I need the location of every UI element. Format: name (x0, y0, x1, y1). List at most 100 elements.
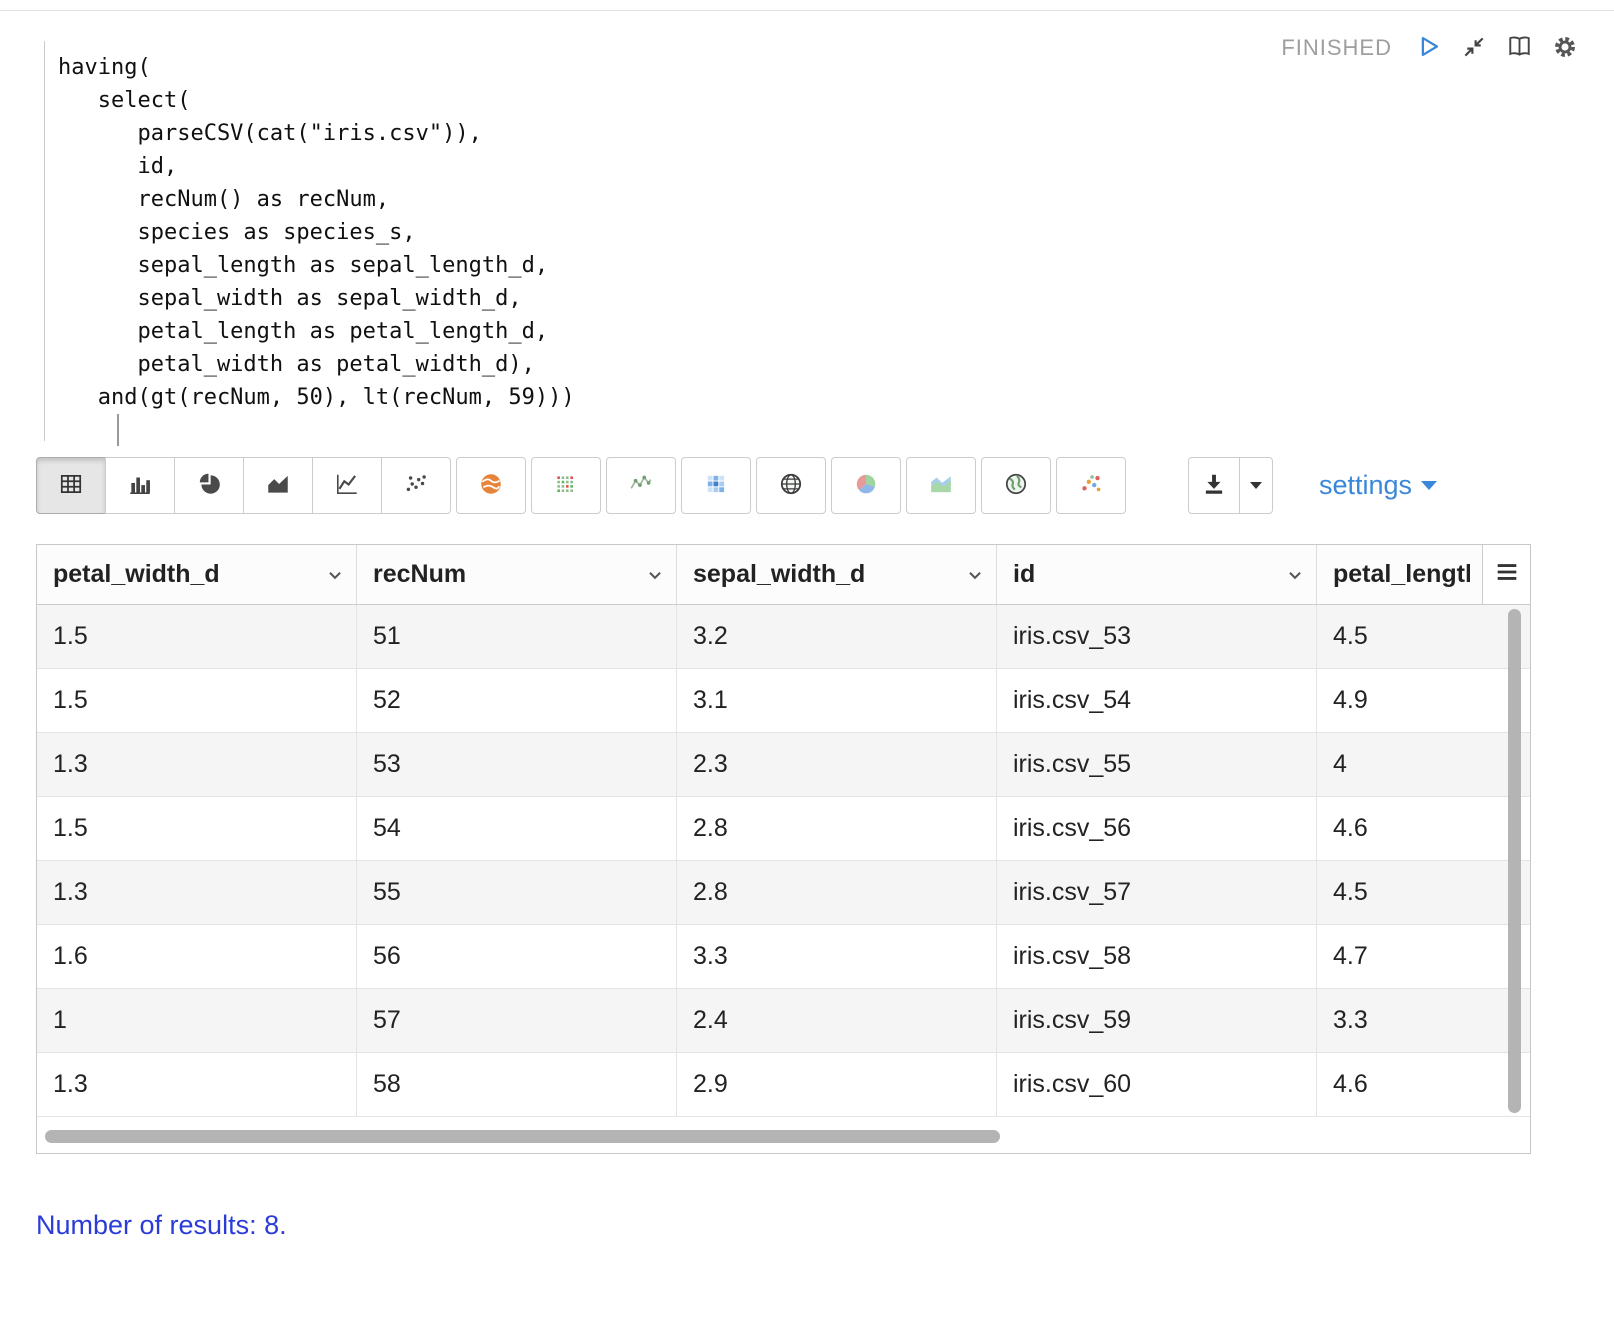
table-row: 1.3 55 2.8 iris.csv_57 4.5 (37, 861, 1530, 925)
editor-toggle-button[interactable] (1506, 33, 1533, 63)
download-button[interactable] (1188, 457, 1240, 514)
table-cell: 1.5 (37, 797, 357, 860)
table-cell: 1.6 (37, 925, 357, 988)
paragraph-controls: FINISHED (1281, 33, 1578, 63)
viz-scatter-chart-button[interactable] (381, 457, 451, 514)
table-cell: iris.csv_57 (997, 861, 1317, 924)
table-row: 1.5 52 3.1 iris.csv_54 4.9 (37, 669, 1530, 733)
column-header-petal-width-d[interactable]: petal_width_d (37, 545, 357, 604)
table-cell: 3.1 (677, 669, 997, 732)
vertical-scrollbar[interactable] (1508, 609, 1521, 1113)
chevron-down-icon[interactable] (646, 566, 664, 584)
play-icon (1415, 33, 1442, 63)
run-button[interactable] (1415, 33, 1442, 63)
dot-matrix-icon (553, 471, 579, 500)
horizontal-scrollbar[interactable] (45, 1130, 1000, 1143)
map-globe-orange-icon (478, 471, 504, 500)
visualization-toolbar: settings (36, 457, 1578, 514)
column-header-label: petal_width_d (53, 560, 220, 588)
settings-label: settings (1319, 470, 1413, 500)
table-cell: 56 (357, 925, 677, 988)
settings-link[interactable]: settings (1319, 470, 1438, 501)
table-cell: iris.csv_58 (997, 925, 1317, 988)
table-cell: iris.csv_54 (997, 669, 1317, 732)
download-options-button[interactable] (1239, 457, 1273, 514)
table-cell: 58 (357, 1053, 677, 1116)
results-table: petal_width_d recNum sepal_width_d id pe… (36, 544, 1531, 1154)
chevron-down-icon[interactable] (966, 566, 984, 584)
scatter-colored-icon (1078, 471, 1104, 500)
table-row: 1.3 58 2.9 iris.csv_60 4.6 (37, 1053, 1530, 1117)
line-chart-icon (334, 471, 360, 500)
pie-chart-icon (196, 471, 222, 500)
caret-down-icon (1250, 482, 1262, 489)
viz-line-chart-button[interactable] (312, 457, 382, 514)
code-editor-area[interactable]: having( select( parseCSV(cat("iris.csv")… (44, 41, 1578, 446)
viz-stacked-area-button[interactable] (906, 457, 976, 514)
export-split-button (1188, 457, 1273, 514)
table-cell: 4.5 (1333, 622, 1368, 650)
column-header-label: id (1013, 560, 1036, 588)
table-cell: 2.3 (677, 733, 997, 796)
table-cell: 57 (357, 989, 677, 1052)
notebook-paragraph: having( select( parseCSV(cat("iris.csv")… (0, 11, 1614, 1301)
bar-chart-icon (127, 471, 153, 500)
table-header-row: petal_width_d recNum sepal_width_d id pe… (37, 545, 1530, 605)
collapse-button[interactable] (1461, 34, 1487, 63)
viz-area-chart-button[interactable] (243, 457, 313, 514)
table-menu-button[interactable] (1482, 545, 1530, 604)
viz-bar-chart-button[interactable] (105, 457, 175, 514)
scatter-icon (403, 471, 429, 500)
globe-icon (778, 471, 804, 500)
result-count: Number of results: 8. (36, 1210, 287, 1240)
viz-dot-matrix-button[interactable] (531, 457, 601, 514)
viz-line-points-button[interactable] (606, 457, 676, 514)
table-cell: iris.csv_60 (997, 1053, 1317, 1116)
caret-down-icon (1421, 481, 1438, 490)
viz-globe-green-button[interactable] (981, 457, 1051, 514)
viz-table-button[interactable] (36, 457, 106, 514)
pie-colored-icon (853, 471, 879, 500)
table-icon (58, 471, 84, 500)
stacked-area-icon (928, 471, 954, 500)
text-cursor (117, 414, 119, 446)
column-header-label: recNum (373, 560, 467, 588)
table-row: 1.5 51 3.2 iris.csv_53 4.5 (37, 605, 1530, 669)
viz-pie-colored-button[interactable] (831, 457, 901, 514)
table-cell: 1.3 (37, 861, 357, 924)
line-points-icon (628, 471, 654, 500)
table-cell: 1.5 (37, 605, 357, 668)
table-cell: 2.8 (677, 797, 997, 860)
table-cell: 4.7 (1333, 942, 1368, 970)
viz-pie-chart-button[interactable] (174, 457, 244, 514)
column-header-recnum[interactable]: recNum (357, 545, 677, 604)
chevron-down-icon[interactable] (1286, 566, 1304, 584)
table-cell: 1.3 (37, 1053, 357, 1116)
table-cell: 2.9 (677, 1053, 997, 1116)
chevron-down-icon[interactable] (326, 566, 344, 584)
status-badge: FINISHED (1281, 35, 1392, 60)
gear-icon (1552, 34, 1578, 63)
viz-globe-button[interactable] (756, 457, 826, 514)
column-header-petal-length-d[interactable]: petal_length_d (1317, 545, 1482, 604)
hamburger-icon (1493, 558, 1521, 591)
table-cell: 4.5 (1333, 878, 1368, 906)
query-code[interactable]: having( select( parseCSV(cat("iris.csv")… (58, 51, 1578, 414)
table-cell: 54 (357, 797, 677, 860)
column-header-label: sepal_width_d (693, 560, 866, 588)
table-cell: 52 (357, 669, 677, 732)
table-cell: 55 (357, 861, 677, 924)
viz-scatter-colored-button[interactable] (1056, 457, 1126, 514)
paragraph-settings-button[interactable] (1552, 34, 1578, 63)
viz-heatmap-button[interactable] (681, 457, 751, 514)
table-cell: 2.4 (677, 989, 997, 1052)
table-cell: 3.3 (677, 925, 997, 988)
column-header-id[interactable]: id (997, 545, 1317, 604)
builtin-viz-group (36, 457, 451, 514)
book-icon (1506, 33, 1533, 63)
table-cell: iris.csv_56 (997, 797, 1317, 860)
viz-map-button[interactable] (456, 457, 526, 514)
heatmap-icon (703, 471, 729, 500)
table-cell: 4.9 (1333, 686, 1368, 714)
column-header-sepal-width-d[interactable]: sepal_width_d (677, 545, 997, 604)
